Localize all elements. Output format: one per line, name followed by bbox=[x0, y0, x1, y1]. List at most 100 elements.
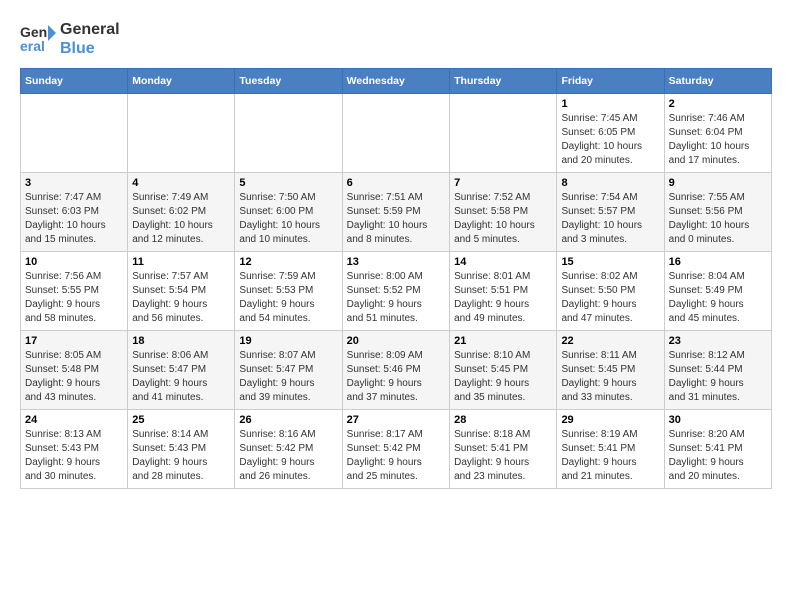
calendar-cell: 7 Sunrise: 7:52 AM Sunset: 5:58 PM Daylig… bbox=[450, 173, 557, 252]
day-info: Sunrise: 7:52 AM Sunset: 5:58 PM Dayligh… bbox=[454, 191, 552, 247]
day-info: Sunrise: 7:49 AM Sunset: 6:02 PM Dayligh… bbox=[132, 191, 230, 247]
day-number: 16 bbox=[669, 256, 767, 268]
logo-bird-icon: Gen eral bbox=[20, 21, 56, 57]
calendar-cell: 22Sunrise: 8:11 AM Sunset: 5:45 PM Dayli… bbox=[557, 331, 664, 410]
day-number: 14 bbox=[454, 256, 552, 268]
calendar-cell: 8Sunrise: 7:54 AM Sunset: 5:57 PM Daylig… bbox=[557, 173, 664, 252]
calendar-cell: 17 Sunrise: 8:05 AM Sunset: 5:48 PM Dayli… bbox=[21, 331, 128, 410]
day-info: Sunrise: 8:13 AM Sunset: 5:43 PM Dayligh… bbox=[25, 428, 123, 484]
calendar-cell: 26 Sunrise: 8:16 AM Sunset: 5:42 PM Dayli… bbox=[235, 410, 342, 489]
day-info: Sunrise: 8:00 AM Sunset: 5:52 PM Dayligh… bbox=[347, 270, 445, 326]
day-info: Sunrise: 8:14 AM Sunset: 5:43 PM Dayligh… bbox=[132, 428, 230, 484]
day-info: Sunrise: 7:50 AM Sunset: 6:00 PM Dayligh… bbox=[239, 191, 337, 247]
day-info: Sunrise: 8:10 AM Sunset: 5:45 PM Dayligh… bbox=[454, 349, 552, 405]
day-info: Sunrise: 7:47 AM Sunset: 6:03 PM Dayligh… bbox=[25, 191, 123, 247]
calendar-cell: 14 Sunrise: 8:01 AM Sunset: 5:51 PM Dayli… bbox=[450, 252, 557, 331]
calendar-week-row: 24 Sunrise: 8:13 AM Sunset: 5:43 PM Dayli… bbox=[21, 410, 772, 489]
calendar-cell: 5 Sunrise: 7:50 AM Sunset: 6:00 PM Daylig… bbox=[235, 173, 342, 252]
logo: Gen eral General Blue bbox=[20, 20, 120, 58]
calendar-cell: 29 Sunrise: 8:19 AM Sunset: 5:41 PM Dayli… bbox=[557, 410, 664, 489]
day-info: Sunrise: 7:57 AM Sunset: 5:54 PM Dayligh… bbox=[132, 270, 230, 326]
calendar-cell bbox=[21, 94, 128, 173]
calendar-cell: 9 Sunrise: 7:55 AM Sunset: 5:56 PM Daylig… bbox=[664, 173, 771, 252]
calendar-week-row: 10 Sunrise: 7:56 AM Sunset: 5:55 PM Dayli… bbox=[21, 252, 772, 331]
day-info: Sunrise: 7:51 AM Sunset: 5:59 PM Dayligh… bbox=[347, 191, 445, 247]
calendar-cell: 24 Sunrise: 8:13 AM Sunset: 5:43 PM Dayli… bbox=[21, 410, 128, 489]
day-number: 19 bbox=[239, 335, 337, 347]
svg-text:eral: eral bbox=[20, 38, 45, 54]
calendar-day-header: Thursday bbox=[450, 69, 557, 94]
day-number: 18 bbox=[132, 335, 230, 347]
day-number: 1 bbox=[561, 98, 659, 110]
calendar-day-header: Friday bbox=[557, 69, 664, 94]
day-number: 23 bbox=[669, 335, 767, 347]
day-number: 28 bbox=[454, 414, 552, 426]
day-info: Sunrise: 8:06 AM Sunset: 5:47 PM Dayligh… bbox=[132, 349, 230, 405]
calendar-week-row: 1 Sunrise: 7:45 AM Sunset: 6:05 PM Daylig… bbox=[21, 94, 772, 173]
day-number: 11 bbox=[132, 256, 230, 268]
day-info: Sunrise: 8:07 AM Sunset: 5:47 PM Dayligh… bbox=[239, 349, 337, 405]
day-info: Sunrise: 7:55 AM Sunset: 5:56 PM Dayligh… bbox=[669, 191, 767, 247]
day-number: 24 bbox=[25, 414, 123, 426]
day-number: 3 bbox=[25, 177, 123, 189]
calendar-cell: 20Sunrise: 8:09 AM Sunset: 5:46 PM Dayli… bbox=[342, 331, 449, 410]
day-number: 29 bbox=[561, 414, 659, 426]
day-info: Sunrise: 8:16 AM Sunset: 5:42 PM Dayligh… bbox=[239, 428, 337, 484]
calendar-cell: 3 Sunrise: 7:47 AM Sunset: 6:03 PM Daylig… bbox=[21, 173, 128, 252]
calendar-day-header: Wednesday bbox=[342, 69, 449, 94]
day-number: 27 bbox=[347, 414, 445, 426]
day-info: Sunrise: 8:05 AM Sunset: 5:48 PM Dayligh… bbox=[25, 349, 123, 405]
calendar-cell: 13 Sunrise: 8:00 AM Sunset: 5:52 PM Dayli… bbox=[342, 252, 449, 331]
calendar-cell: 25Sunrise: 8:14 AM Sunset: 5:43 PM Dayli… bbox=[128, 410, 235, 489]
day-number: 7 bbox=[454, 177, 552, 189]
day-number: 10 bbox=[25, 256, 123, 268]
calendar-cell: 27 Sunrise: 8:17 AM Sunset: 5:42 PM Dayli… bbox=[342, 410, 449, 489]
day-info: Sunrise: 8:20 AM Sunset: 5:41 PM Dayligh… bbox=[669, 428, 767, 484]
day-info: Sunrise: 8:18 AM Sunset: 5:41 PM Dayligh… bbox=[454, 428, 552, 484]
calendar-day-header: Monday bbox=[128, 69, 235, 94]
day-number: 30 bbox=[669, 414, 767, 426]
day-number: 6 bbox=[347, 177, 445, 189]
calendar-cell: 2 Sunrise: 7:46 AM Sunset: 6:04 PM Daylig… bbox=[664, 94, 771, 173]
day-info: Sunrise: 7:46 AM Sunset: 6:04 PM Dayligh… bbox=[669, 112, 767, 168]
calendar-day-header: Tuesday bbox=[235, 69, 342, 94]
calendar-cell: 1 Sunrise: 7:45 AM Sunset: 6:05 PM Daylig… bbox=[557, 94, 664, 173]
day-number: 21 bbox=[454, 335, 552, 347]
day-info: Sunrise: 7:56 AM Sunset: 5:55 PM Dayligh… bbox=[25, 270, 123, 326]
calendar-cell: 21 Sunrise: 8:10 AM Sunset: 5:45 PM Dayli… bbox=[450, 331, 557, 410]
calendar-table: SundayMondayTuesdayWednesdayThursdayFrid… bbox=[20, 68, 772, 489]
day-info: Sunrise: 8:17 AM Sunset: 5:42 PM Dayligh… bbox=[347, 428, 445, 484]
day-info: Sunrise: 7:45 AM Sunset: 6:05 PM Dayligh… bbox=[561, 112, 659, 168]
calendar-cell bbox=[235, 94, 342, 173]
calendar-week-row: 17 Sunrise: 8:05 AM Sunset: 5:48 PM Dayli… bbox=[21, 331, 772, 410]
day-number: 9 bbox=[669, 177, 767, 189]
day-info: Sunrise: 8:01 AM Sunset: 5:51 PM Dayligh… bbox=[454, 270, 552, 326]
day-number: 5 bbox=[239, 177, 337, 189]
calendar-cell: 15 Sunrise: 8:02 AM Sunset: 5:50 PM Dayli… bbox=[557, 252, 664, 331]
calendar-cell: 19 Sunrise: 8:07 AM Sunset: 5:47 PM Dayli… bbox=[235, 331, 342, 410]
day-info: Sunrise: 8:02 AM Sunset: 5:50 PM Dayligh… bbox=[561, 270, 659, 326]
calendar-cell bbox=[342, 94, 449, 173]
calendar-cell: 30 Sunrise: 8:20 AM Sunset: 5:41 PM Dayli… bbox=[664, 410, 771, 489]
calendar-cell: 4 Sunrise: 7:49 AM Sunset: 6:02 PM Daylig… bbox=[128, 173, 235, 252]
calendar-cell: 6 Sunrise: 7:51 AM Sunset: 5:59 PM Daylig… bbox=[342, 173, 449, 252]
day-info: Sunrise: 8:19 AM Sunset: 5:41 PM Dayligh… bbox=[561, 428, 659, 484]
day-number: 4 bbox=[132, 177, 230, 189]
day-number: 17 bbox=[25, 335, 123, 347]
calendar-cell: 11 Sunrise: 7:57 AM Sunset: 5:54 PM Dayli… bbox=[128, 252, 235, 331]
day-number: 2 bbox=[669, 98, 767, 110]
day-info: Sunrise: 7:54 AM Sunset: 5:57 PM Dayligh… bbox=[561, 191, 659, 247]
day-info: Sunrise: 8:04 AM Sunset: 5:49 PM Dayligh… bbox=[669, 270, 767, 326]
day-number: 15 bbox=[561, 256, 659, 268]
calendar-cell bbox=[128, 94, 235, 173]
day-number: 26 bbox=[239, 414, 337, 426]
day-number: 20 bbox=[347, 335, 445, 347]
calendar-header-row: SundayMondayTuesdayWednesdayThursdayFrid… bbox=[21, 69, 772, 94]
calendar-cell: 10 Sunrise: 7:56 AM Sunset: 5:55 PM Dayli… bbox=[21, 252, 128, 331]
day-number: 13 bbox=[347, 256, 445, 268]
calendar-day-header: Saturday bbox=[664, 69, 771, 94]
logo-text: General Blue bbox=[60, 20, 120, 58]
day-number: 22 bbox=[561, 335, 659, 347]
day-number: 12 bbox=[239, 256, 337, 268]
calendar-week-row: 3 Sunrise: 7:47 AM Sunset: 6:03 PM Daylig… bbox=[21, 173, 772, 252]
